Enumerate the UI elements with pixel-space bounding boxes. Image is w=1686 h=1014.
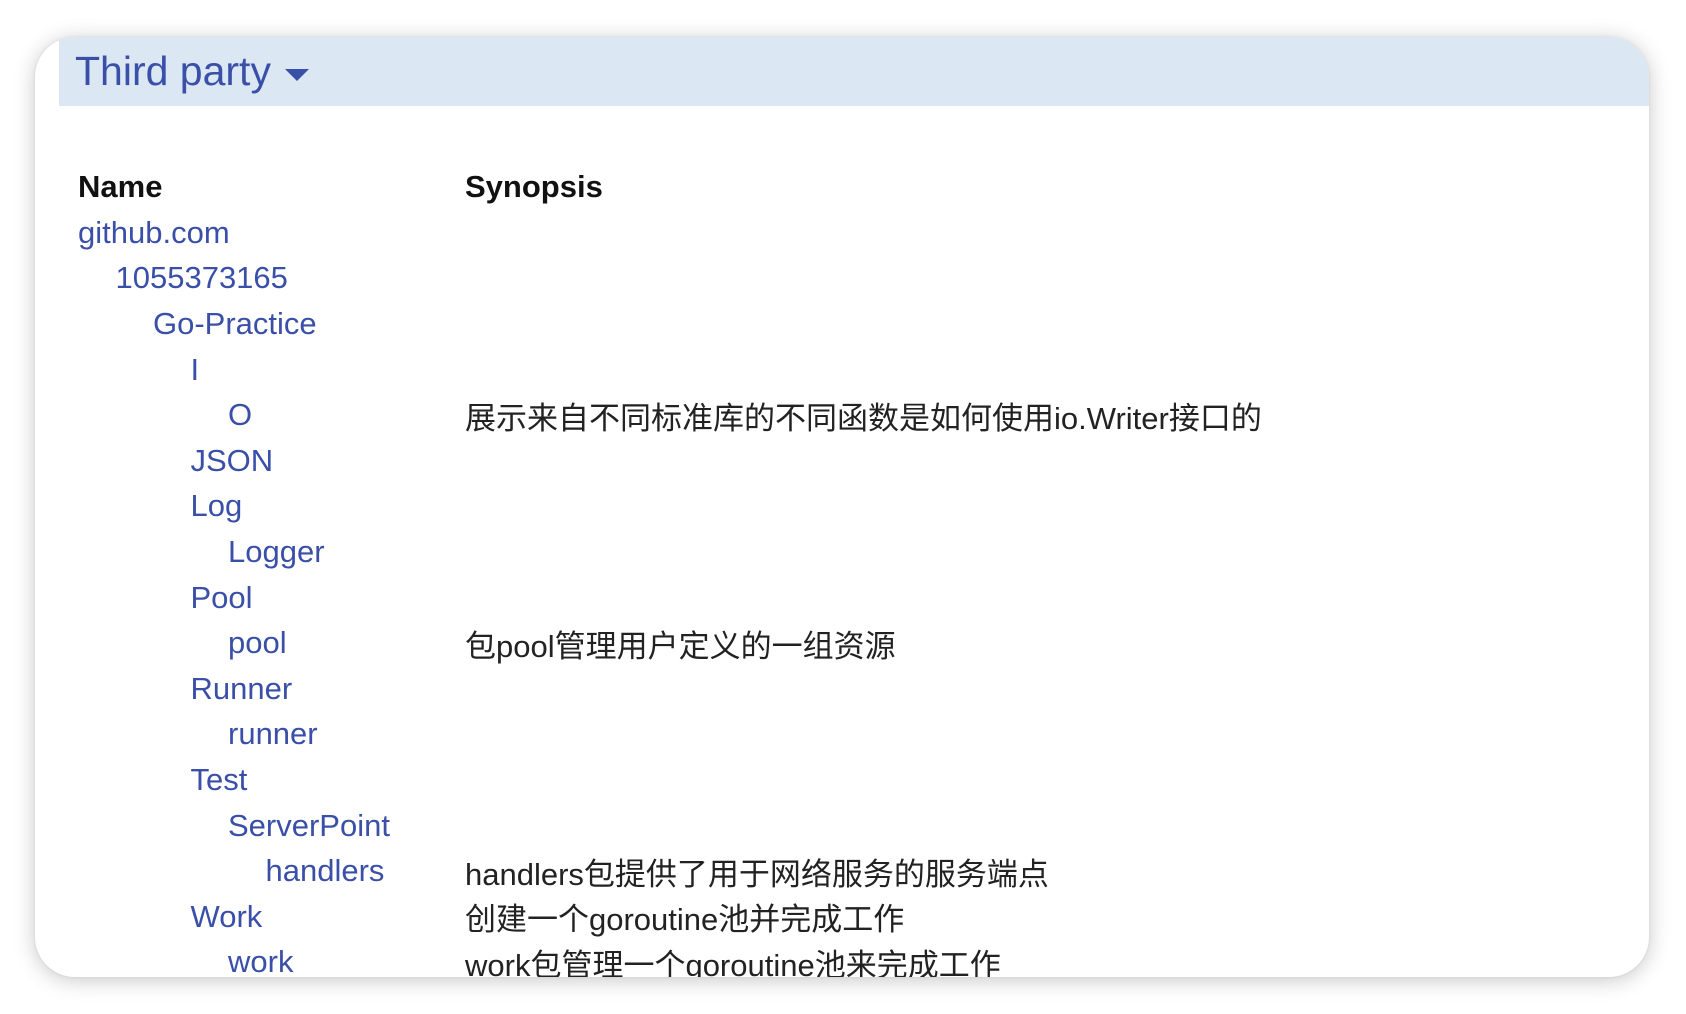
package-name-cell: handlers: [78, 848, 465, 894]
package-link[interactable]: Runner: [191, 671, 293, 706]
package-synopsis: [465, 757, 1262, 803]
package-link[interactable]: work: [228, 944, 293, 977]
table-row: pool 包pool管理用户定义的一组资源: [78, 620, 1262, 666]
table-row: Logger: [78, 529, 1262, 575]
package-table: Name Synopsis github.com 1055373165 Go-Pra…: [78, 164, 1262, 977]
package-synopsis: [465, 575, 1262, 621]
package-link[interactable]: I: [191, 352, 200, 387]
package-name-cell: I: [78, 347, 465, 393]
section-title[interactable]: Third party: [75, 48, 271, 95]
package-name-cell: Logger: [78, 529, 465, 575]
package-link[interactable]: Pool: [191, 580, 253, 615]
package-link[interactable]: runner: [228, 716, 318, 751]
package-link[interactable]: ServerPoint: [228, 808, 390, 843]
table-row: runner: [78, 712, 1262, 758]
package-name-cell: Log: [78, 484, 465, 530]
package-synopsis: 展示来自不同标准库的不同函数是如何使用io.Writer接口的: [465, 400, 1262, 436]
package-link[interactable]: JSON: [191, 443, 274, 478]
package-rows: github.com 1055373165 Go-Practice I O 展示来自不同标…: [78, 210, 1262, 977]
package-name-cell: pool: [78, 620, 465, 666]
package-link[interactable]: O: [228, 397, 252, 432]
table-row: Log: [78, 484, 1262, 530]
package-synopsis: [465, 256, 1262, 302]
table-row: handlers handlers包提供了用于网络服务的服务端点: [78, 848, 1262, 894]
table-row: github.com: [78, 210, 1262, 256]
package-link[interactable]: pool: [228, 625, 287, 660]
package-name-cell: 1055373165: [78, 256, 465, 302]
package-synopsis: 创建一个goroutine池并完成工作: [465, 902, 905, 938]
package-synopsis: handlers包提供了用于网络服务的服务端点: [465, 856, 1049, 892]
package-name-cell: Go-Practice: [78, 301, 465, 347]
package-synopsis: [465, 529, 1262, 575]
package-link[interactable]: handlers: [266, 853, 385, 888]
package-name-cell: ServerPoint: [78, 803, 465, 849]
table-row: Pool: [78, 575, 1262, 621]
column-header-name: Name: [78, 169, 163, 204]
package-name-cell: O: [78, 392, 465, 438]
package-synopsis: [465, 347, 1262, 393]
package-link[interactable]: Log: [191, 488, 243, 523]
package-name-cell: Runner: [78, 666, 465, 712]
third-party-section-toggle[interactable]: Third party: [59, 37, 1649, 106]
third-party-card: Third party Name Synopsis github.com 1055…: [35, 37, 1649, 977]
package-synopsis: [465, 301, 1262, 347]
package-link[interactable]: Go-Practice: [153, 306, 317, 341]
package-synopsis: [465, 666, 1262, 712]
table-row: Work 创建一个goroutine池并完成工作: [78, 894, 1262, 940]
package-link[interactable]: 1055373165: [116, 260, 288, 295]
package-name-cell: github.com: [78, 210, 465, 256]
table-row: I: [78, 347, 1262, 393]
package-name-cell: JSON: [78, 438, 465, 484]
table-row: Go-Practice: [78, 301, 1262, 347]
table-header-row: Name Synopsis: [78, 164, 1262, 210]
package-link[interactable]: Work: [191, 899, 263, 934]
table-row: Runner: [78, 666, 1262, 712]
package-name-cell: work: [78, 940, 465, 977]
package-synopsis: work包管理一个goroutine池来完成工作: [465, 947, 1001, 977]
table-row: JSON: [78, 438, 1262, 484]
caret-down-icon[interactable]: [284, 68, 309, 81]
package-synopsis: [465, 210, 1262, 256]
package-link[interactable]: Logger: [228, 534, 325, 569]
package-name-cell: runner: [78, 712, 465, 758]
package-link[interactable]: Test: [191, 762, 248, 797]
package-synopsis: [465, 438, 1262, 484]
table-row: 1055373165: [78, 256, 1262, 302]
package-synopsis: [465, 712, 1262, 758]
package-synopsis: [465, 484, 1262, 530]
table-row: work work包管理一个goroutine池来完成工作: [78, 940, 1262, 977]
package-name-cell: Work: [78, 894, 465, 940]
package-name-cell: Pool: [78, 575, 465, 621]
column-header-synopsis: Synopsis: [465, 169, 603, 204]
table-row: ServerPoint: [78, 803, 1262, 849]
table-row: Test: [78, 757, 1262, 803]
package-synopsis: [465, 803, 1262, 849]
table-row: O 展示来自不同标准库的不同函数是如何使用io.Writer接口的: [78, 392, 1262, 438]
package-name-cell: Test: [78, 757, 465, 803]
package-link[interactable]: github.com: [78, 215, 230, 250]
package-synopsis: 包pool管理用户定义的一组资源: [465, 628, 896, 664]
